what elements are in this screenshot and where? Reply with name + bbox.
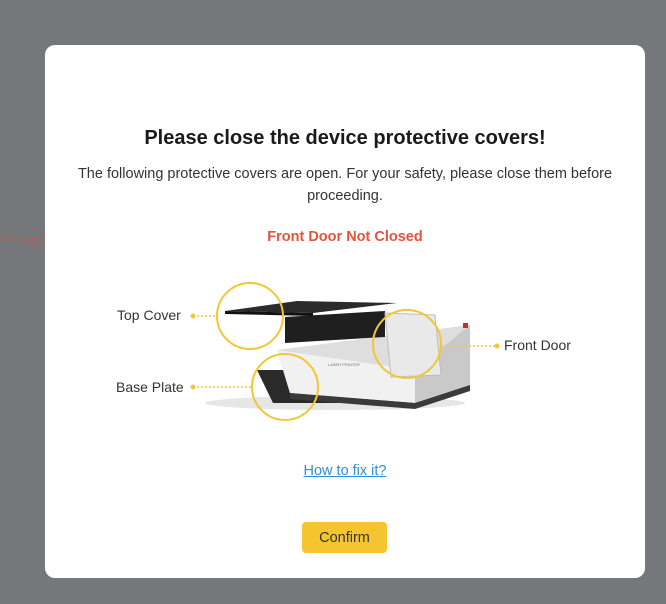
protective-covers-dialog: Please close the device protective cover… xyxy=(45,45,645,578)
device-illustration: LASER PRINTER xyxy=(190,282,500,421)
confirm-button[interactable]: Confirm xyxy=(302,522,387,553)
how-to-fix-link[interactable]: How to fix it? xyxy=(304,463,387,479)
dialog-title: Please close the device protective cover… xyxy=(144,127,546,149)
svg-text:LASER PRINTER: LASER PRINTER xyxy=(328,362,360,367)
front-door-label: Front Door xyxy=(504,337,571,353)
dialog-description: The following protective covers are open… xyxy=(77,166,613,204)
base-plate-label: Base Plate xyxy=(116,379,184,395)
help-link-row: How to fix it? xyxy=(45,463,645,479)
backdrop-decoration xyxy=(0,236,45,245)
top-cover-label: Top Cover xyxy=(117,307,181,323)
front-door-status: Front Door Not Closed xyxy=(267,229,423,245)
